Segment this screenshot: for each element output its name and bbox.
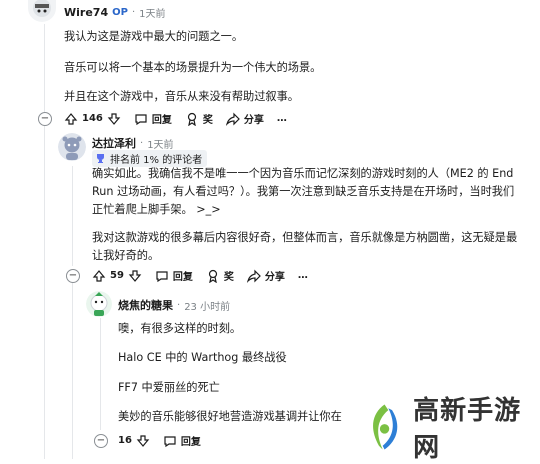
comment-actions: 146 回复 奖 分享 … [64,111,300,126]
downvote-icon[interactable] [107,112,121,126]
watermark: 高新手游网 [362,395,540,463]
avatar[interactable] [28,0,56,22]
comment-text: Halo CE 中的 Warthog 最终战役 [118,351,287,364]
comment-header: Wire74 OP · 1天前 [64,5,166,20]
reply-label: 回复 [180,437,201,448]
comment-actions: 16 回复 [118,433,214,448]
avatar-image [86,291,112,317]
comment-icon [156,270,168,282]
award-icon [187,112,196,126]
timestamp[interactable]: 1天前 [147,136,173,151]
share-icon [246,269,261,283]
comment-header: 烧焦的糖果 · 23 小时前 [118,297,231,313]
reply-button[interactable]: 回复 [155,268,193,283]
vote-count: 146 [82,113,103,124]
comment-icon [135,113,147,125]
comment-text: 我对这款游戏的很多幕后内容很好奇，但整体而言，音乐就像是方枘圆凿，这无疑是最 [92,231,518,244]
reply-button[interactable]: 回复 [163,433,201,448]
more-icon: … [276,113,287,124]
downvote-icon[interactable] [136,434,150,448]
comment-text: 噢，有很多这样的时刻。 [118,322,242,335]
flair-label: 排名前 1% 的评论者 [110,155,203,166]
thread-line [72,283,73,459]
award-button[interactable]: 奖 [206,268,234,283]
watermark-text: 高新手游网 [413,396,522,463]
avatar-image [58,133,86,161]
minus-icon: − [96,435,106,446]
comment-header: 达拉泽利 · 1天前 [92,135,174,151]
username[interactable]: Wire74 [64,6,108,19]
username[interactable]: 烧焦的糖果 [118,297,173,313]
more-options-button[interactable]: … [277,113,287,124]
comment-text: 让我好奇的。 [92,249,160,262]
award-label: 奖 [223,272,234,283]
share-label: 分享 [264,272,285,283]
upvote-icon[interactable] [64,112,78,126]
vote-count: 59 [110,270,124,281]
thread-line [72,166,73,266]
avatar[interactable] [58,133,86,161]
timestamp[interactable]: 23 小时前 [184,298,230,313]
share-button[interactable]: 分享 [225,111,264,126]
vote-control: 59 [92,269,142,283]
vote-count: 16 [118,435,132,446]
vote-control: 16 [118,434,150,448]
comment-text: 我认为这是游戏中最大的问题之一。 [64,30,244,43]
comment-text: 音乐可以将一个基本的场景提升为一个伟大的场景。 [64,61,322,74]
comment-actions: 59 回复 奖 分享 … [92,268,321,283]
more-options-button[interactable]: … [298,270,308,281]
avatar[interactable] [86,291,112,317]
share-label: 分享 [243,115,264,126]
username[interactable]: 达拉泽利 [92,135,136,151]
collapse-button[interactable]: − [38,112,52,126]
timestamp[interactable]: 1天前 [139,5,165,20]
avatar-image [28,0,56,22]
minus-icon: − [68,270,78,281]
op-badge: OP [112,7,128,18]
reply-label: 回复 [151,115,172,126]
more-icon: … [297,270,308,281]
watermark-logo-icon [373,404,398,450]
collapse-button[interactable]: − [94,434,108,448]
vote-control: 146 [64,112,121,126]
thread-line [100,318,101,430]
comment-text: 正忙着爬上脚手架。 >_> [92,203,221,216]
reply-label: 回复 [172,272,193,283]
trophy-icon [97,154,104,163]
award-icon [208,269,218,283]
reply-button[interactable]: 回复 [134,111,172,126]
award-button[interactable]: 奖 [185,111,213,126]
comment-icon [164,435,176,447]
comment-text: 美妙的音乐能够很好地营造游戏基调并让你在 [118,410,342,423]
award-label: 奖 [202,115,213,126]
thread-line [44,126,45,459]
upvote-icon[interactable] [92,269,106,283]
thread-line [44,24,45,114]
comment-text: 并且在这个游戏中，音乐从来没有帮助过叙事。 [64,90,299,103]
comment-text: 确实如此。我确信我不是唯一一个因为音乐而记忆深刻的游戏时刻的人（ME2 的 En… [92,167,514,180]
collapse-button[interactable]: − [66,269,80,283]
comment-text: FF7 中爱丽丝的死亡 [118,381,220,394]
downvote-icon[interactable] [128,269,142,283]
share-button[interactable]: 分享 [246,268,285,283]
share-icon [225,112,240,126]
comment-text: Run 过场动画，有人看过吗？）。我第一次注意到缺乏音乐支持是在开场时，当时我们 [92,185,515,198]
minus-icon: − [40,113,50,124]
